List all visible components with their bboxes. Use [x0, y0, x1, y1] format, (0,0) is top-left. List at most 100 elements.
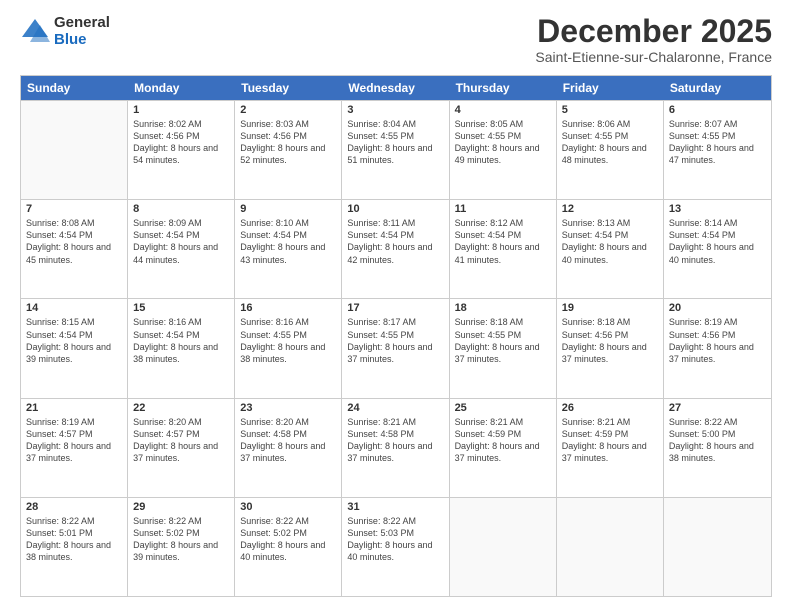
calendar-header-cell: Monday: [128, 76, 235, 100]
day-number: 24: [347, 402, 443, 414]
day-info: Sunrise: 8:21 AM Sunset: 4:59 PM Dayligh…: [455, 416, 551, 465]
calendar-day-cell: 3 Sunrise: 8:04 AM Sunset: 4:55 PM Daylig…: [342, 101, 449, 199]
day-info: Sunrise: 8:07 AM Sunset: 4:55 PM Dayligh…: [669, 118, 766, 167]
day-info: Sunrise: 8:10 AM Sunset: 4:54 PM Dayligh…: [240, 217, 336, 266]
calendar-day-cell: [664, 498, 771, 596]
calendar-week-row: 7 Sunrise: 8:08 AM Sunset: 4:54 PM Daylig…: [21, 199, 771, 298]
day-number: 22: [133, 402, 229, 414]
day-number: 13: [669, 203, 766, 215]
calendar-day-cell: 29 Sunrise: 8:22 AM Sunset: 5:02 PM Dayli…: [128, 498, 235, 596]
day-info: Sunrise: 8:17 AM Sunset: 4:55 PM Dayligh…: [347, 316, 443, 365]
calendar-day-cell: 13 Sunrise: 8:14 AM Sunset: 4:54 PM Dayli…: [664, 200, 771, 298]
day-info: Sunrise: 8:02 AM Sunset: 4:56 PM Dayligh…: [133, 118, 229, 167]
day-info: Sunrise: 8:22 AM Sunset: 5:02 PM Dayligh…: [133, 515, 229, 564]
calendar-day-cell: 22Sunrise: 8:20 AM Sunset: 4:57 PM Dayli…: [128, 399, 235, 497]
day-info: Sunrise: 8:04 AM Sunset: 4:55 PM Dayligh…: [347, 118, 443, 167]
day-number: 6: [669, 104, 766, 116]
day-info: Sunrise: 8:16 AM Sunset: 4:54 PM Dayligh…: [133, 316, 229, 365]
logo-text: General Blue: [54, 15, 110, 48]
day-info: Sunrise: 8:21 AM Sunset: 4:59 PM Dayligh…: [562, 416, 658, 465]
calendar-subtitle: Saint-Etienne-sur-Chalaronne, France: [535, 49, 772, 65]
calendar-body: 1 Sunrise: 8:02 AM Sunset: 4:56 PM Daylig…: [21, 100, 771, 596]
calendar-day-cell: [21, 101, 128, 199]
day-info: Sunrise: 8:12 AM Sunset: 4:54 PM Dayligh…: [455, 217, 551, 266]
calendar: SundayMondayTuesdayWednesdayThursdayFrid…: [20, 75, 772, 597]
logo-blue-text: Blue: [54, 32, 110, 49]
day-info: Sunrise: 8:22 AM Sunset: 5:00 PM Dayligh…: [669, 416, 766, 465]
day-info: Sunrise: 8:11 AM Sunset: 4:54 PM Dayligh…: [347, 217, 443, 266]
day-info: Sunrise: 8:03 AM Sunset: 4:56 PM Dayligh…: [240, 118, 336, 167]
day-number: 9: [240, 203, 336, 215]
day-number: 25: [455, 402, 551, 414]
calendar-day-cell: 30 Sunrise: 8:22 AM Sunset: 5:02 PM Dayli…: [235, 498, 342, 596]
day-number: 2: [240, 104, 336, 116]
day-info: Sunrise: 8:05 AM Sunset: 4:55 PM Dayligh…: [455, 118, 551, 167]
day-number: 23: [240, 402, 336, 414]
day-number: 3: [347, 104, 443, 116]
calendar-day-cell: 9 Sunrise: 8:10 AM Sunset: 4:54 PM Daylig…: [235, 200, 342, 298]
calendar-day-cell: 19 Sunrise: 8:18 AM Sunset: 4:56 PM Dayli…: [557, 299, 664, 397]
calendar-day-cell: [450, 498, 557, 596]
day-info: Sunrise: 8:20 AM Sunset: 4:58 PM Dayligh…: [240, 416, 336, 465]
day-info: Sunrise: 8:08 AM Sunset: 4:54 PM Dayligh…: [26, 217, 122, 266]
calendar-day-cell: 6 Sunrise: 8:07 AM Sunset: 4:55 PM Daylig…: [664, 101, 771, 199]
day-info: Sunrise: 8:22 AM Sunset: 5:03 PM Dayligh…: [347, 515, 443, 564]
calendar-day-cell: 2 Sunrise: 8:03 AM Sunset: 4:56 PM Daylig…: [235, 101, 342, 199]
calendar-day-cell: 16 Sunrise: 8:16 AM Sunset: 4:55 PM Dayli…: [235, 299, 342, 397]
calendar-day-cell: 31Sunrise: 8:22 AM Sunset: 5:03 PM Dayli…: [342, 498, 449, 596]
calendar-day-cell: 11Sunrise: 8:12 AM Sunset: 4:54 PM Dayli…: [450, 200, 557, 298]
day-info: Sunrise: 8:15 AM Sunset: 4:54 PM Dayligh…: [26, 316, 122, 365]
day-number: 28: [26, 501, 122, 513]
calendar-day-cell: 18Sunrise: 8:18 AM Sunset: 4:55 PM Dayli…: [450, 299, 557, 397]
day-number: 14: [26, 302, 122, 314]
logo-general-text: General: [54, 15, 110, 32]
day-info: Sunrise: 8:16 AM Sunset: 4:55 PM Dayligh…: [240, 316, 336, 365]
calendar-header-cell: Wednesday: [342, 76, 449, 100]
calendar-day-cell: 4 Sunrise: 8:05 AM Sunset: 4:55 PM Daylig…: [450, 101, 557, 199]
calendar-week-row: 21Sunrise: 8:19 AM Sunset: 4:57 PM Dayli…: [21, 398, 771, 497]
calendar-day-cell: 24Sunrise: 8:21 AM Sunset: 4:58 PM Dayli…: [342, 399, 449, 497]
calendar-day-cell: 20Sunrise: 8:19 AM Sunset: 4:56 PM Dayli…: [664, 299, 771, 397]
calendar-header-cell: Saturday: [664, 76, 771, 100]
calendar-day-cell: 28 Sunrise: 8:22 AM Sunset: 5:01 PM Dayli…: [21, 498, 128, 596]
calendar-day-cell: 7 Sunrise: 8:08 AM Sunset: 4:54 PM Daylig…: [21, 200, 128, 298]
day-number: 4: [455, 104, 551, 116]
day-info: Sunrise: 8:14 AM Sunset: 4:54 PM Dayligh…: [669, 217, 766, 266]
calendar-day-cell: 17Sunrise: 8:17 AM Sunset: 4:55 PM Dayli…: [342, 299, 449, 397]
calendar-header-cell: Thursday: [450, 76, 557, 100]
day-number: 29: [133, 501, 229, 513]
day-number: 12: [562, 203, 658, 215]
calendar-day-cell: [557, 498, 664, 596]
day-number: 16: [240, 302, 336, 314]
calendar-day-cell: 14 Sunrise: 8:15 AM Sunset: 4:54 PM Dayli…: [21, 299, 128, 397]
calendar-title: December 2025: [535, 15, 772, 47]
calendar-header-cell: Friday: [557, 76, 664, 100]
calendar-day-cell: 10 Sunrise: 8:11 AM Sunset: 4:54 PM Dayli…: [342, 200, 449, 298]
day-info: Sunrise: 8:18 AM Sunset: 4:56 PM Dayligh…: [562, 316, 658, 365]
calendar-day-cell: 23 Sunrise: 8:20 AM Sunset: 4:58 PM Dayli…: [235, 399, 342, 497]
day-info: Sunrise: 8:06 AM Sunset: 4:55 PM Dayligh…: [562, 118, 658, 167]
calendar-day-cell: 15Sunrise: 8:16 AM Sunset: 4:54 PM Dayli…: [128, 299, 235, 397]
title-section: December 2025 Saint-Etienne-sur-Chalaron…: [535, 15, 772, 65]
calendar-day-cell: 21Sunrise: 8:19 AM Sunset: 4:57 PM Dayli…: [21, 399, 128, 497]
calendar-week-row: 1 Sunrise: 8:02 AM Sunset: 4:56 PM Daylig…: [21, 100, 771, 199]
logo-icon: [20, 17, 50, 47]
day-number: 19: [562, 302, 658, 314]
day-number: 30: [240, 501, 336, 513]
day-info: Sunrise: 8:22 AM Sunset: 5:02 PM Dayligh…: [240, 515, 336, 564]
calendar-week-row: 28 Sunrise: 8:22 AM Sunset: 5:01 PM Dayli…: [21, 497, 771, 596]
calendar-day-cell: 12 Sunrise: 8:13 AM Sunset: 4:54 PM Dayli…: [557, 200, 664, 298]
day-number: 21: [26, 402, 122, 414]
day-number: 20: [669, 302, 766, 314]
day-info: Sunrise: 8:13 AM Sunset: 4:54 PM Dayligh…: [562, 217, 658, 266]
calendar-day-cell: 8 Sunrise: 8:09 AM Sunset: 4:54 PM Daylig…: [128, 200, 235, 298]
calendar-day-cell: 5Sunrise: 8:06 AM Sunset: 4:55 PM Daylig…: [557, 101, 664, 199]
day-number: 1: [133, 104, 229, 116]
day-number: 10: [347, 203, 443, 215]
calendar-day-cell: 25 Sunrise: 8:21 AM Sunset: 4:59 PM Dayli…: [450, 399, 557, 497]
day-number: 8: [133, 203, 229, 215]
calendar-header-cell: Sunday: [21, 76, 128, 100]
day-info: Sunrise: 8:09 AM Sunset: 4:54 PM Dayligh…: [133, 217, 229, 266]
day-info: Sunrise: 8:22 AM Sunset: 5:01 PM Dayligh…: [26, 515, 122, 564]
day-number: 7: [26, 203, 122, 215]
